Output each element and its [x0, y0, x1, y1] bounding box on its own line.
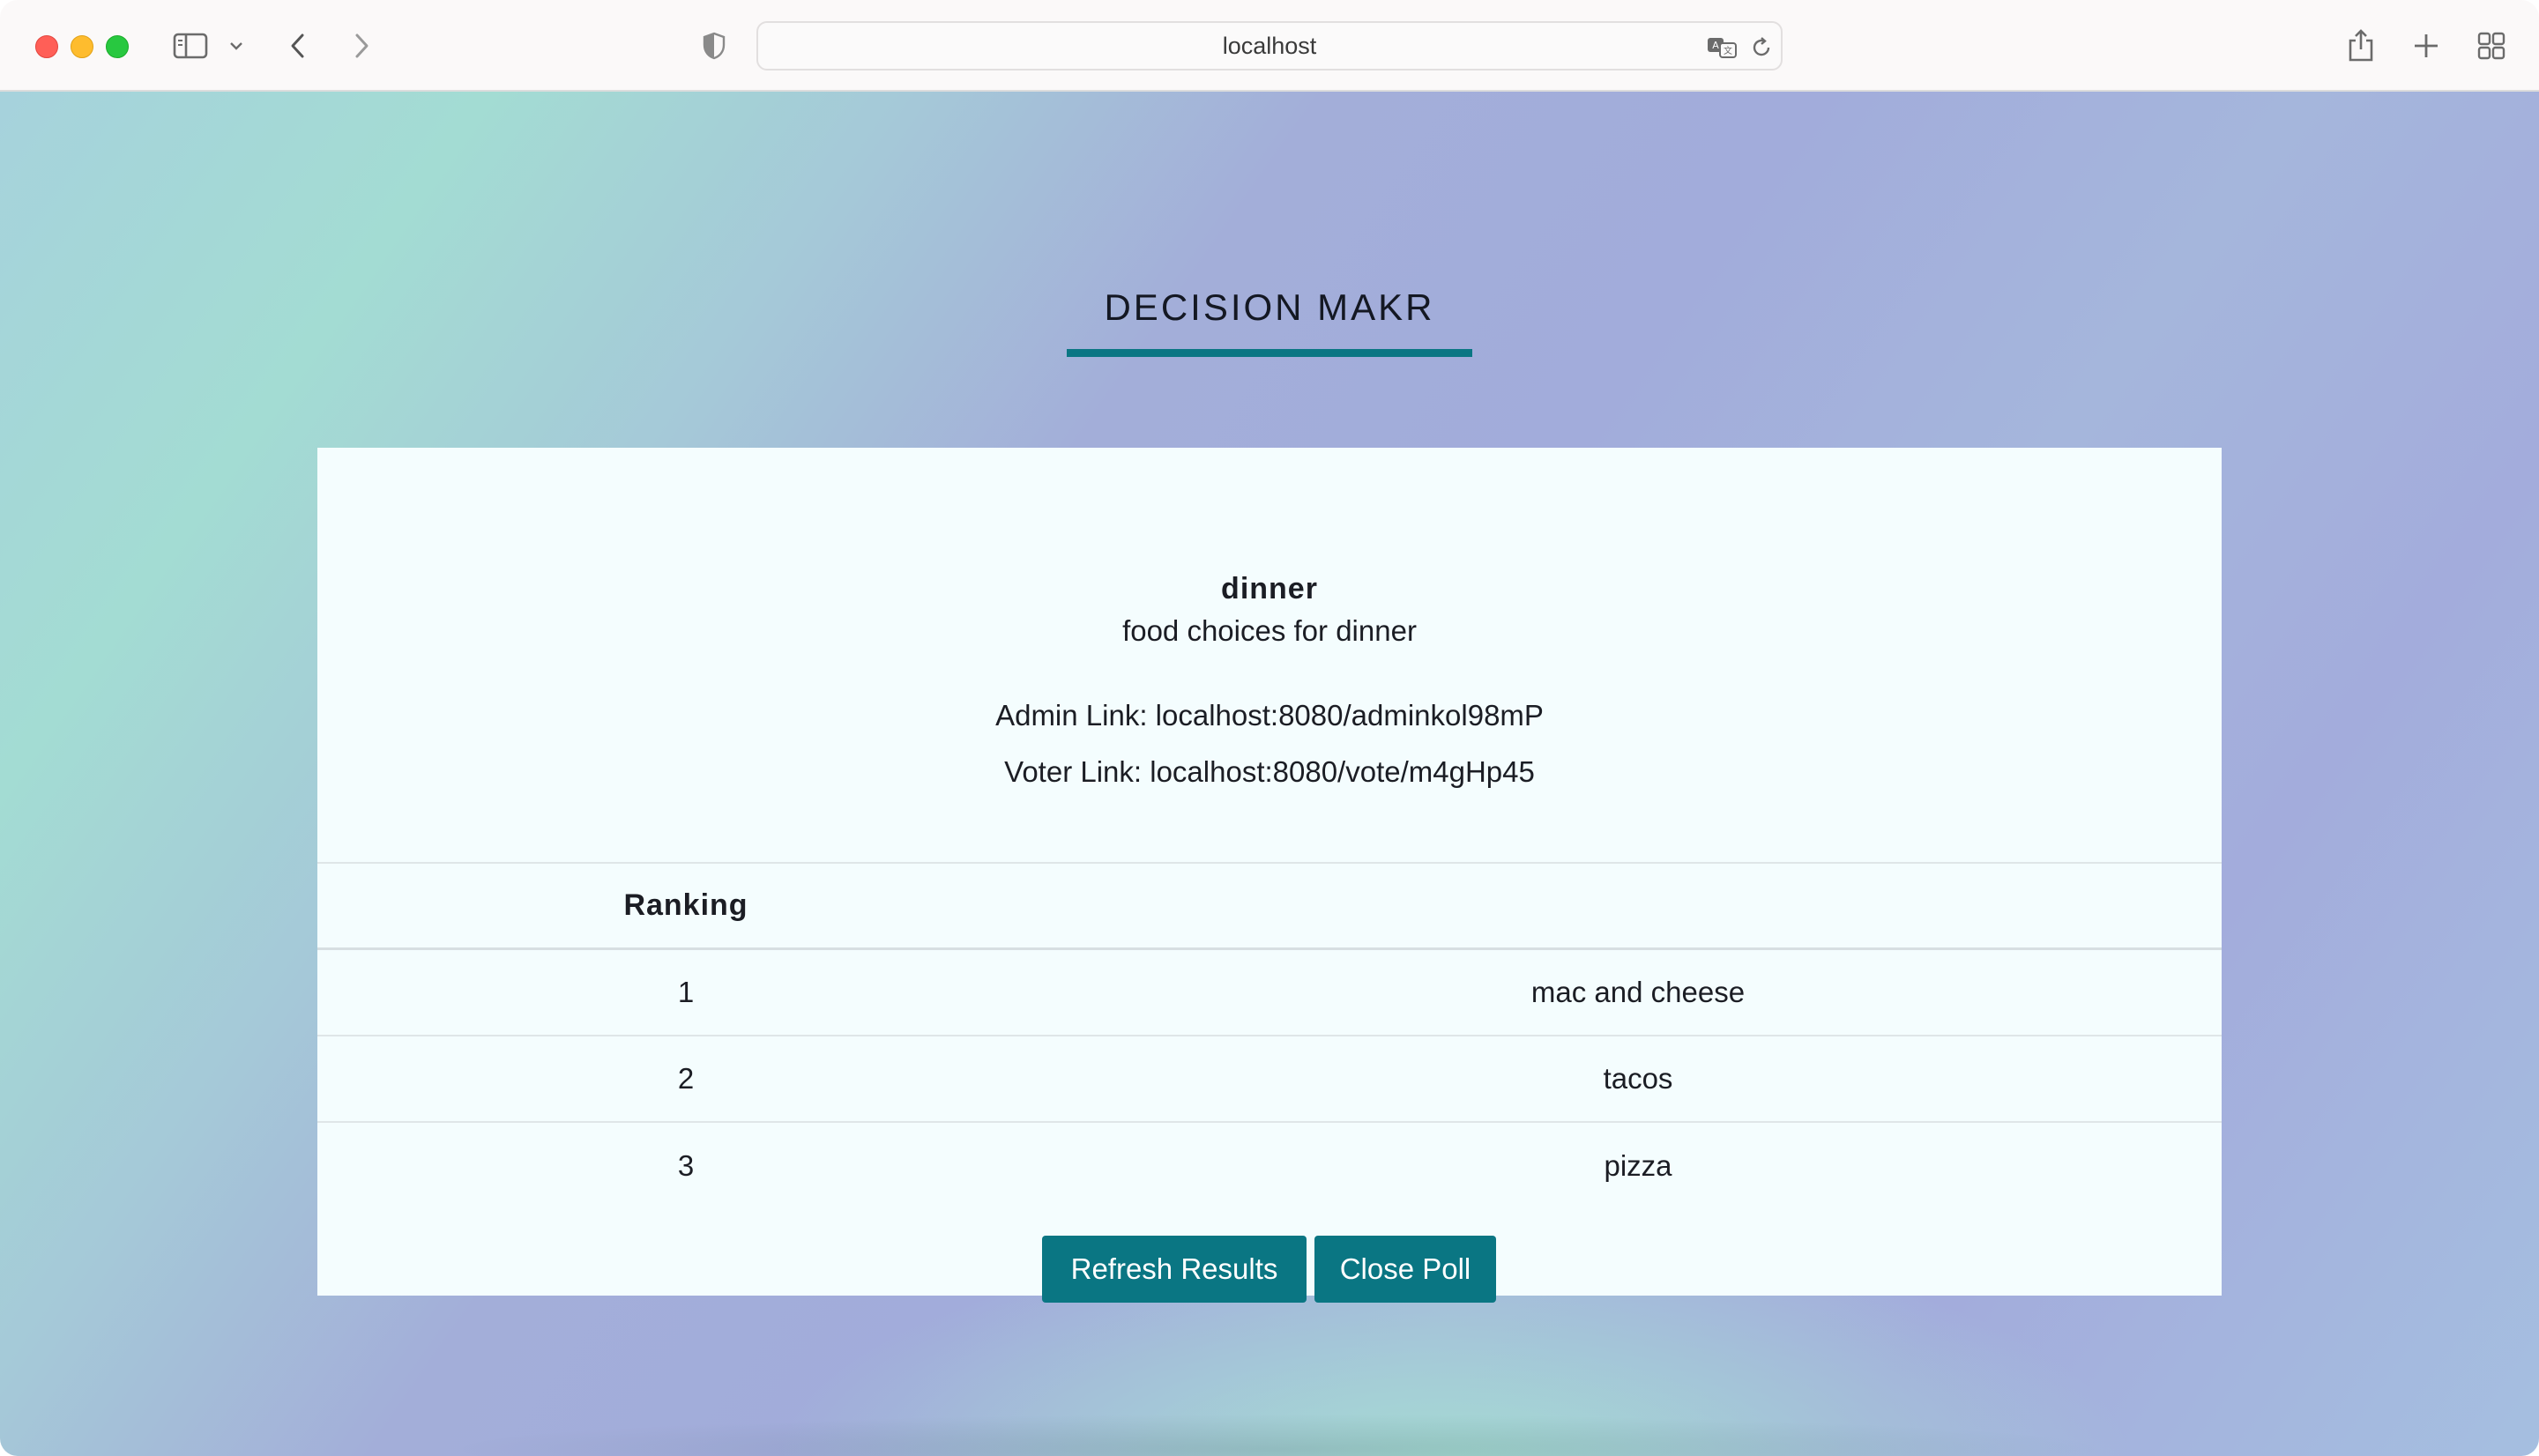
rank-cell: 2	[677, 1062, 695, 1095]
title-underline	[1067, 349, 1472, 357]
minimize-window-button[interactable]	[71, 35, 93, 58]
tab-grid-icon[interactable]	[2470, 23, 2513, 69]
plus-icon[interactable]	[2407, 23, 2446, 69]
page-viewport: DECISION MAKR dinner food choices for di…	[0, 92, 2539, 1456]
table-row: 2 tacos	[317, 1036, 2222, 1123]
choice-column-header	[1054, 864, 2222, 947]
back-arrow-icon[interactable]	[280, 23, 316, 69]
translate-icon[interactable]: A文	[1705, 30, 1740, 65]
table-row: 3 pizza	[317, 1123, 2222, 1209]
sidebar-icon[interactable]	[169, 23, 212, 69]
choice-cell: mac and cheese	[1530, 976, 1746, 1008]
ranking-column-header: Ranking	[623, 888, 748, 922]
bottom-shadow	[441, 1414, 2116, 1456]
poll-results-card: dinner food choices for dinner Admin Lin…	[317, 448, 2222, 1303]
results-table-header: Ranking	[317, 862, 2222, 950]
site-title: DECISION MAKR	[1104, 286, 1435, 328]
browser-window: localhost A文 DECISION MAKR dinner food c…	[0, 0, 2539, 1456]
privacy-shield-icon[interactable]	[696, 23, 732, 69]
browser-toolbar: localhost A文	[0, 0, 2539, 92]
address-bar[interactable]: localhost A文	[756, 21, 1783, 71]
zoom-window-button[interactable]	[106, 35, 129, 58]
svg-text:文: 文	[1724, 45, 1732, 56]
table-row: 1 mac and cheese	[317, 950, 2222, 1036]
close-window-button[interactable]	[35, 35, 58, 58]
admin-link[interactable]: Admin Link: localhost:8080/adminkol98mP	[317, 696, 2222, 735]
svg-text:A: A	[1712, 40, 1719, 51]
share-icon[interactable]	[2342, 23, 2380, 69]
url-text: localhost	[1222, 32, 1317, 59]
forward-arrow-icon[interactable]	[344, 23, 379, 69]
voter-link[interactable]: Voter Link: localhost:8080/vote/m4gHp45	[317, 753, 2222, 791]
chevron-down-icon[interactable]	[224, 23, 249, 69]
poll-name: dinner	[1221, 572, 1318, 605]
reload-icon[interactable]	[1746, 30, 1777, 65]
choice-cell: tacos	[1603, 1062, 1673, 1095]
refresh-results-button[interactable]: Refresh Results	[1042, 1236, 1307, 1303]
close-poll-button[interactable]: Close Poll	[1314, 1236, 1496, 1303]
rank-cell: 1	[677, 976, 695, 1008]
poll-description: food choices for dinner	[1122, 614, 1417, 647]
choice-cell: pizza	[1604, 1149, 1672, 1182]
rank-cell: 3	[677, 1149, 695, 1182]
